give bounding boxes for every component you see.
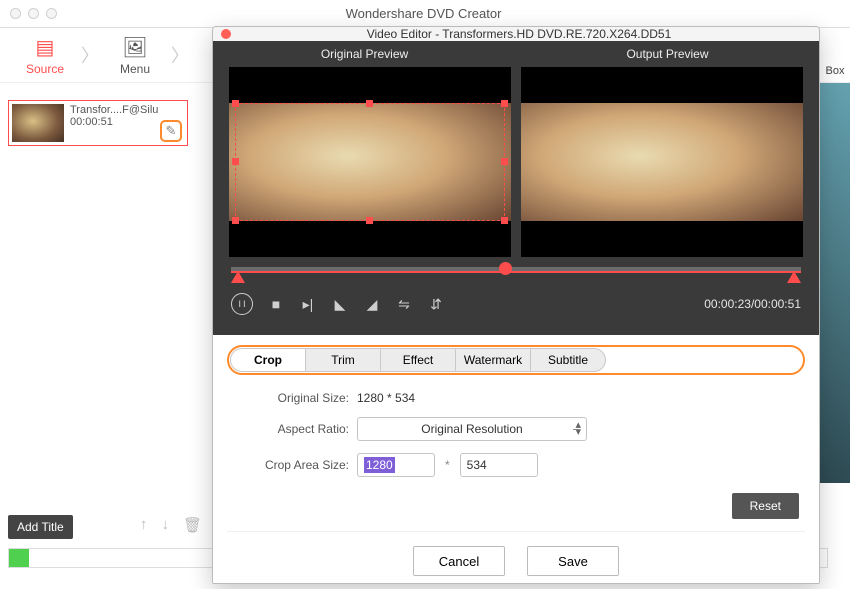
crop-selection[interactable] — [235, 103, 505, 221]
step-button[interactable]: ▸| — [299, 295, 317, 313]
timeline-playhead[interactable] — [499, 262, 512, 275]
playback-time: 00:00:23/00:00:51 — [704, 297, 801, 311]
pause-button[interactable]: ⅠⅠ — [231, 293, 253, 315]
crop-handle-tr[interactable] — [501, 100, 508, 107]
step-source[interactable]: ▤ Source — [5, 35, 85, 76]
zoom-dot[interactable] — [46, 8, 57, 19]
tab-watermark[interactable]: Watermark — [455, 348, 531, 372]
trash-icon[interactable]: 🗑 — [183, 516, 202, 534]
disc-space-fill — [9, 549, 29, 567]
tab-effect[interactable]: Effect — [380, 348, 456, 372]
save-button[interactable]: Save — [527, 546, 619, 576]
rotate-right-icon[interactable]: ◢ — [363, 295, 381, 313]
move-up-icon[interactable]: ↑ — [140, 516, 148, 534]
minimize-dot[interactable] — [28, 8, 39, 19]
editor-tabs-highlight: Crop Trim Effect Watermark Subtitle — [227, 345, 805, 375]
main-titlebar: Wondershare DVD Creator — [0, 0, 850, 28]
source-duration: 00:00:51 — [70, 116, 158, 128]
tab-trim[interactable]: Trim — [305, 348, 381, 372]
editor-lower-panel: Crop Trim Effect Watermark Subtitle Orig… — [213, 335, 819, 584]
multiply-symbol: * — [445, 458, 450, 472]
app-title: Wondershare DVD Creator — [57, 6, 850, 21]
flip-vertical-icon[interactable]: ⇵ — [427, 295, 445, 313]
stop-button[interactable]: ■ — [267, 295, 285, 313]
playback-controls: ⅠⅠ ■ ▸| ◣ ◢ ⇋ ⇵ 00:00:23/00:00:51 — [213, 287, 819, 325]
editor-tabs: Crop Trim Effect Watermark Subtitle — [230, 348, 802, 372]
aspect-ratio-label: Aspect Ratio: — [227, 422, 357, 436]
tab-subtitle[interactable]: Subtitle — [530, 348, 606, 372]
crop-handle-tl[interactable] — [232, 100, 239, 107]
step-label: Source — [26, 62, 64, 76]
output-preview — [521, 67, 803, 257]
source-filename: Transfor....F@Silu — [70, 104, 158, 116]
original-size-label: Original Size: — [227, 391, 357, 405]
crop-handle-tm[interactable] — [366, 100, 373, 107]
cancel-button[interactable]: Cancel — [413, 546, 505, 576]
pencil-icon: ✎ — [166, 123, 177, 139]
crop-handle-br[interactable] — [501, 217, 508, 224]
output-preview-label: Output Preview — [516, 41, 819, 67]
toolbox-label-fragment: Box — [820, 65, 850, 77]
aspect-ratio-value: Original Resolution — [421, 422, 522, 436]
original-preview[interactable] — [229, 67, 511, 257]
crop-handle-rm[interactable] — [501, 158, 508, 165]
source-icon: ▤ — [36, 35, 55, 60]
dialog-buttons: Cancel Save — [227, 531, 805, 584]
add-title-button[interactable]: Add Title — [8, 515, 73, 539]
window-traffic-lights[interactable] — [10, 8, 57, 19]
original-size-value: 1280 * 534 — [357, 391, 415, 405]
crop-width-input[interactable]: 1280 — [357, 453, 435, 477]
editor-titlebar: Video Editor - Transformers.HD DVD.RE.72… — [213, 27, 819, 41]
reset-button[interactable]: Reset — [732, 493, 799, 519]
menu-icon: 🖼 — [122, 35, 147, 60]
source-item[interactable]: Transfor....F@Silu 00:00:51 ✎ — [8, 100, 188, 146]
editor-close-dot[interactable] — [221, 29, 231, 39]
source-list: Transfor....F@Silu 00:00:51 ✎ — [8, 100, 188, 146]
edit-source-button[interactable]: ✎ — [160, 120, 182, 142]
source-meta: Transfor....F@Silu 00:00:51 — [70, 104, 158, 128]
close-dot[interactable] — [10, 8, 21, 19]
editor-title: Video Editor - Transformers.HD DVD.RE.72… — [239, 27, 819, 41]
crop-handle-bl[interactable] — [232, 217, 239, 224]
crop-height-input[interactable]: 534 — [460, 453, 538, 477]
crop-area-label: Crop Area Size: — [227, 458, 357, 472]
trim-end-handle[interactable] — [787, 271, 801, 283]
crop-handle-lm[interactable] — [232, 158, 239, 165]
step-label: Menu — [120, 62, 150, 76]
tab-crop[interactable]: Crop — [230, 348, 306, 372]
move-down-icon[interactable]: ↓ — [162, 516, 170, 534]
chevron-updown-icon: ▴▾ — [575, 422, 581, 436]
preview-labels: Original Preview Output Preview — [213, 41, 819, 67]
crop-handle-bm[interactable] — [366, 217, 373, 224]
background-preview-pane: Box — [820, 83, 850, 483]
preview-area: Original Preview Output Preview — [213, 41, 819, 335]
crop-form: Original Size: 1280 * 534 Aspect Ratio: … — [227, 391, 805, 489]
video-editor-dialog: Video Editor - Transformers.HD DVD.RE.72… — [212, 26, 820, 584]
rotate-left-icon[interactable]: ◣ — [331, 295, 349, 313]
original-preview-label: Original Preview — [213, 41, 516, 67]
flip-horizontal-icon[interactable]: ⇋ — [395, 295, 413, 313]
timeline-track[interactable] — [231, 267, 801, 271]
step-menu[interactable]: 🖼 Menu — [95, 35, 175, 76]
source-thumbnail — [12, 104, 64, 142]
video-frame — [521, 103, 803, 221]
aspect-ratio-select[interactable]: Original Resolution ▴▾ — [357, 417, 587, 441]
trim-start-handle[interactable] — [231, 271, 245, 283]
bottom-toolbar: ↑ ↓ 🗑 — [140, 516, 202, 534]
timeline[interactable] — [213, 257, 819, 287]
